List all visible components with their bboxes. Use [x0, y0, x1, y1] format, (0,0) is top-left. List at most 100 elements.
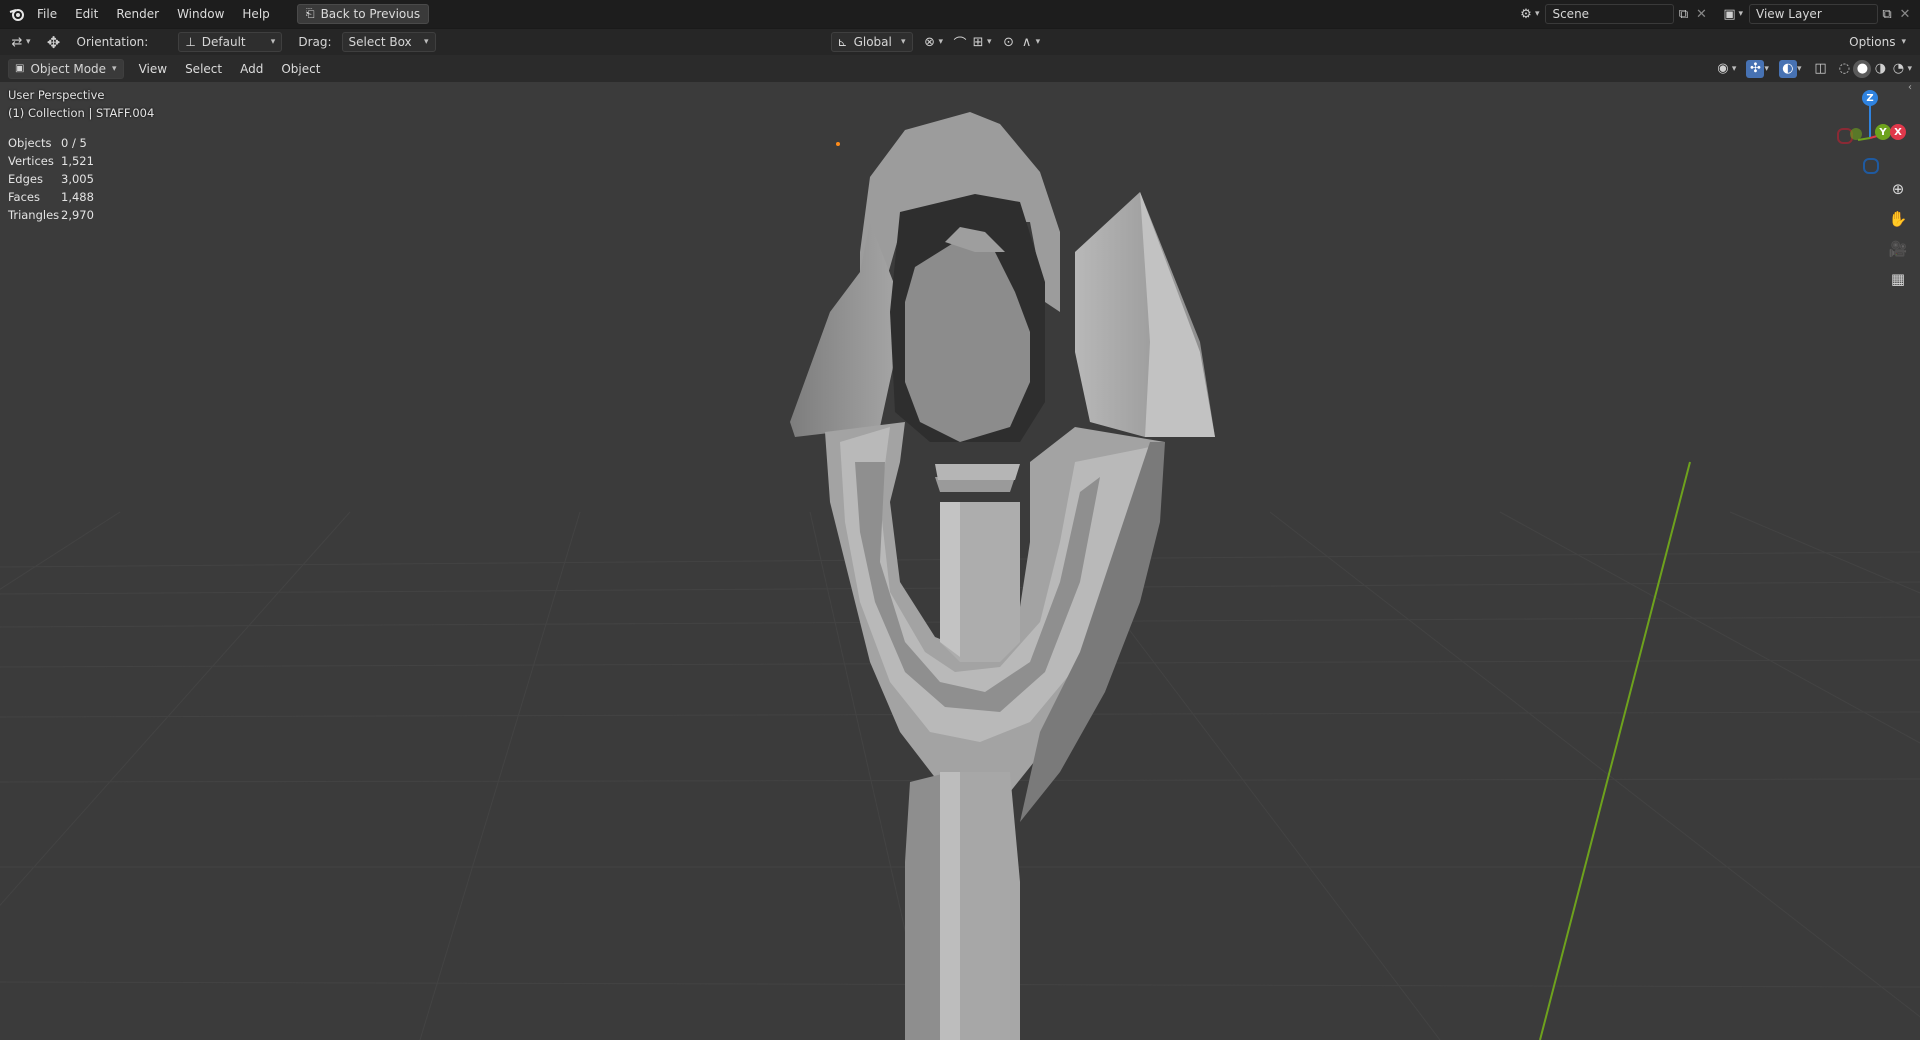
- chevron-down-icon[interactable]: ▾: [1732, 64, 1737, 74]
- gizmo-negative-y[interactable]: [1850, 128, 1862, 140]
- transform-orientation-dropdown[interactable]: ⊾ Global ▾: [830, 32, 913, 52]
- orientation-value: Default: [201, 35, 246, 49]
- stat-value: 0 / 5: [61, 136, 87, 150]
- pivot-point-icon[interactable]: ⊗: [921, 33, 939, 51]
- stat-label: Edges: [8, 172, 43, 186]
- chevron-down-icon: ▾: [112, 63, 117, 74]
- transform-orientation-value: Global: [853, 35, 892, 49]
- snap-increment-icon[interactable]: ⊞: [969, 33, 987, 51]
- blender-logo-icon[interactable]: [6, 5, 28, 23]
- view-layer-field[interactable]: View Layer: [1749, 4, 1878, 24]
- overlays-toggle-icon[interactable]: ◐: [1778, 59, 1797, 78]
- back-icon: ⎗: [305, 7, 315, 20]
- stat-value: 3,005: [61, 172, 94, 186]
- viewport-header: ▣ Object Mode ▾ View Select Add Object ◉…: [0, 55, 1920, 82]
- viewport-scene: [0, 112, 1920, 1040]
- close-icon[interactable]: ✕: [1896, 5, 1914, 23]
- menu-render[interactable]: Render: [107, 4, 168, 24]
- menu-select[interactable]: Select: [176, 59, 231, 79]
- chevron-down-icon: ▾: [423, 37, 429, 47]
- menu-add[interactable]: Add: [231, 59, 272, 79]
- scene-name-field[interactable]: Scene: [1545, 4, 1675, 24]
- tool-icon[interactable]: ⇄: [8, 33, 26, 51]
- navigation-gizmo[interactable]: Z Y X: [1830, 88, 1916, 174]
- menu-window[interactable]: Window: [168, 4, 233, 24]
- stat-row: Vertices 1,521: [8, 152, 94, 170]
- material-preview-icon[interactable]: ◑: [1871, 60, 1889, 78]
- drag-value: Select Box: [348, 35, 412, 49]
- menu-help[interactable]: Help: [233, 4, 278, 24]
- stat-label: Triangles: [8, 208, 60, 222]
- mode-dropdown[interactable]: ▣ Object Mode ▾: [8, 58, 124, 79]
- 3d-viewport[interactable]: User Perspective (1) Collection | STAFF.…: [0, 82, 1920, 1040]
- scene-browse-icon[interactable]: ⚙: [1517, 5, 1535, 23]
- rendered-shading-icon[interactable]: ◔: [1889, 60, 1907, 78]
- chevron-down-icon[interactable]: ▾: [1535, 9, 1540, 19]
- chevron-down-icon: ▾: [270, 37, 276, 47]
- stat-value: 1,488: [61, 190, 94, 204]
- menu-view[interactable]: View: [130, 59, 176, 79]
- chevron-down-icon[interactable]: ▾: [1764, 64, 1769, 74]
- hand-pan-icon[interactable]: ✋: [1885, 206, 1911, 232]
- stat-label: Vertices: [8, 154, 54, 168]
- chevron-down-icon[interactable]: ▾: [1907, 64, 1912, 74]
- gizmo-y-axis[interactable]: Y: [1875, 124, 1891, 140]
- chevron-down-icon: ▾: [900, 37, 906, 47]
- menu-file[interactable]: File: [28, 4, 66, 24]
- stat-label: Faces: [8, 190, 40, 204]
- y-axis-line: [1539, 461, 1691, 1040]
- back-to-previous-label: Back to Previous: [320, 7, 421, 21]
- chevron-down-icon[interactable]: ▾: [1738, 9, 1743, 19]
- view-layer-browse-icon[interactable]: ▣: [1720, 5, 1738, 23]
- close-icon[interactable]: ✕: [1692, 5, 1710, 23]
- stat-row: Objects 0 / 5: [8, 134, 94, 152]
- chevron-down-icon[interactable]: ▾: [1036, 37, 1041, 47]
- orientation-dropdown[interactable]: ⊥ Default ▾: [178, 32, 283, 52]
- chevron-down-icon[interactable]: ▾: [26, 37, 31, 47]
- stat-label: Objects: [8, 136, 52, 150]
- xray-toggle-icon[interactable]: ◫: [1811, 60, 1829, 78]
- scene-statistics: Objects 0 / 5 Vertices 1,521 Edges 3,005 Fa…: [8, 134, 94, 224]
- stat-row: Faces 1,488: [8, 188, 94, 206]
- collection-info-label: (1) Collection | STAFF.004: [8, 106, 155, 120]
- grid-ortho-icon[interactable]: ▦: [1885, 266, 1911, 292]
- options-dropdown[interactable]: Options ▾: [1843, 33, 1912, 51]
- chevron-down-icon[interactable]: ▾: [1797, 64, 1802, 74]
- proportional-editing-icon[interactable]: ⊙: [1000, 33, 1018, 51]
- sidebar-toggle-icon[interactable]: ‹: [1908, 82, 1920, 96]
- object-mode-icon: ▣: [15, 63, 25, 74]
- stat-value: 1,521: [61, 154, 94, 168]
- tool-settings-bar: ⇄ ▾ ✥ Orientation: ⊥ Default ▾ Drag: Sel…: [0, 28, 1920, 55]
- origin-point: [836, 142, 840, 146]
- solid-shading-icon[interactable]: ●: [1853, 59, 1872, 78]
- camera-icon[interactable]: 🎥: [1885, 236, 1911, 262]
- chevron-down-icon[interactable]: ▾: [987, 37, 992, 47]
- gizmo-z-axis[interactable]: Z: [1862, 90, 1878, 106]
- move-icon[interactable]: ✥: [45, 33, 63, 52]
- staff-model: [790, 112, 1215, 1040]
- wireframe-shading-icon[interactable]: ◌: [1835, 60, 1853, 78]
- stat-value: 2,970: [61, 208, 94, 222]
- back-to-previous-button[interactable]: ⎗ Back to Previous: [296, 4, 430, 24]
- orientation-axes-icon: ⊥: [185, 35, 196, 49]
- falloff-curve-icon[interactable]: ∧: [1018, 33, 1036, 51]
- drag-label: Drag:: [298, 35, 332, 49]
- options-label: Options: [1849, 35, 1896, 49]
- gizmo-negative-z[interactable]: [1863, 158, 1879, 174]
- zoom-icon[interactable]: ⊕: [1885, 176, 1911, 202]
- menu-object[interactable]: Object: [272, 59, 329, 79]
- gizmo-toggle-icon[interactable]: ✣: [1746, 59, 1765, 78]
- menu-edit[interactable]: Edit: [66, 4, 107, 24]
- snap-icon[interactable]: ⌒: [951, 33, 969, 52]
- gizmo-x-axis[interactable]: X: [1890, 124, 1906, 140]
- new-view-layer-icon[interactable]: ⧉: [1878, 5, 1896, 23]
- drag-dropdown[interactable]: Select Box ▾: [341, 32, 436, 52]
- visibility-eye-icon[interactable]: ◉: [1714, 60, 1732, 78]
- new-scene-icon[interactable]: ⧉: [1674, 5, 1692, 23]
- stat-row: Edges 3,005: [8, 170, 94, 188]
- global-axes-icon: ⊾: [837, 35, 848, 49]
- orientation-label: Orientation:: [76, 35, 149, 49]
- chevron-down-icon[interactable]: ▾: [939, 37, 944, 47]
- chevron-down-icon: ▾: [1901, 37, 1906, 47]
- mode-value: Object Mode: [30, 61, 107, 76]
